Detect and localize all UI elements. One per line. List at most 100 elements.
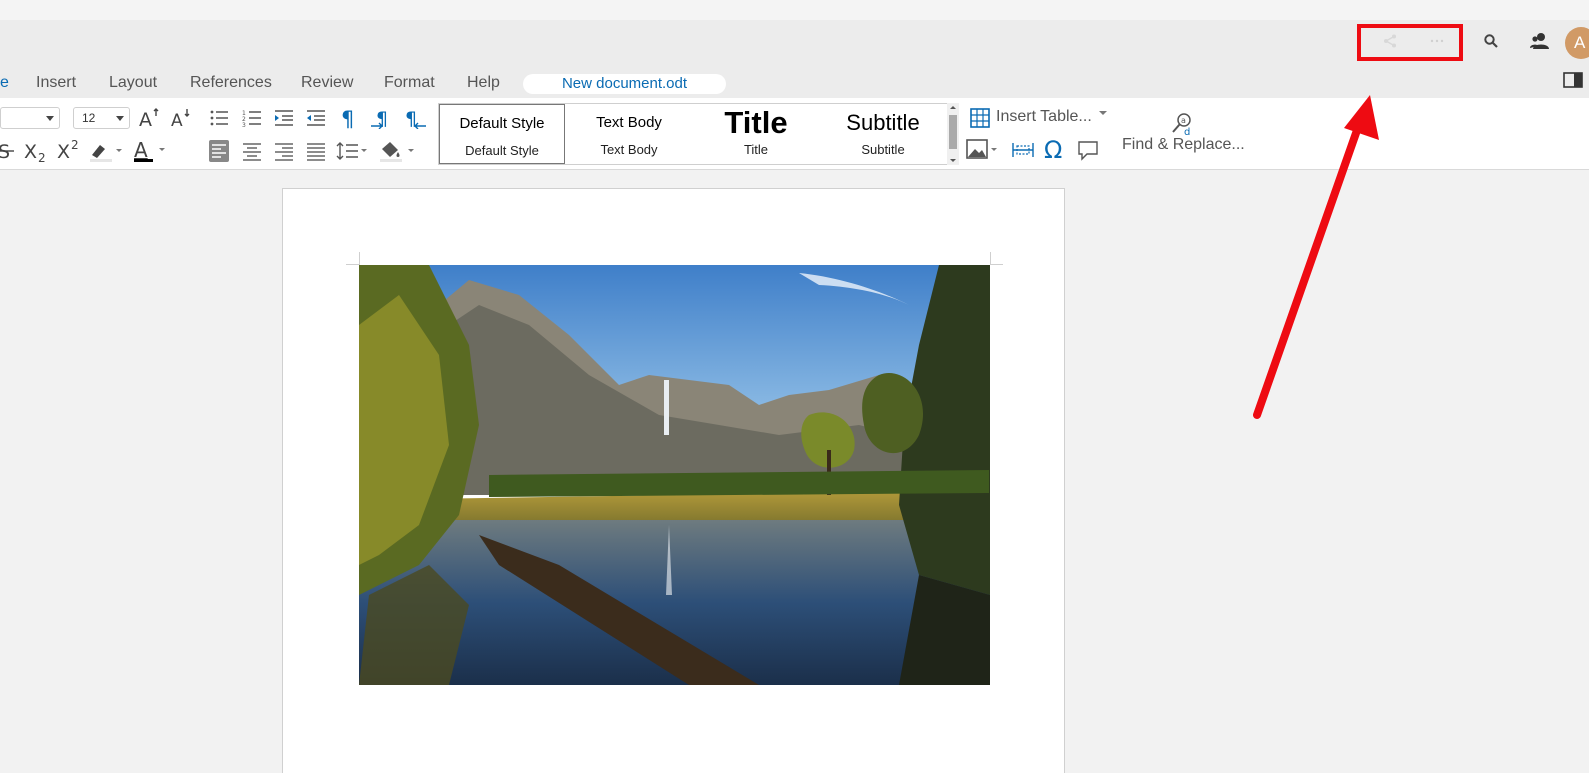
insert-table-label[interactable]: Insert Table... xyxy=(996,108,1092,126)
align-center-button[interactable] xyxy=(241,140,263,162)
user-avatar[interactable]: A xyxy=(1565,27,1589,59)
insert-field-button[interactable] xyxy=(1011,139,1035,161)
highlighter-icon xyxy=(90,145,122,162)
increase-indent-button[interactable] xyxy=(273,107,295,129)
rtl-paragraph-button[interactable]: ¶ xyxy=(403,107,427,129)
svg-text:2: 2 xyxy=(38,151,46,164)
justify-icon xyxy=(307,143,325,161)
grow-font-button[interactable]: A xyxy=(137,106,161,130)
tab-review[interactable]: Review xyxy=(301,74,353,92)
find-replace-label[interactable]: Find & Replace... xyxy=(1122,136,1245,154)
users-icon xyxy=(1530,33,1549,49)
margin-mark-left xyxy=(359,252,360,265)
chevron-down-icon xyxy=(1099,111,1107,115)
paragraph-background-button[interactable] xyxy=(378,139,418,163)
users-button[interactable] xyxy=(1527,29,1553,53)
superscript-icon: X 2 xyxy=(57,138,79,162)
strikethrough-icon: S xyxy=(0,141,14,162)
table-icon xyxy=(970,108,990,128)
search-icon xyxy=(1484,34,1498,48)
style-gallery: Default Style Default Style Text Body Te… xyxy=(438,103,958,165)
paint-bucket-icon xyxy=(380,142,414,162)
superscript-button[interactable]: X 2 xyxy=(55,138,81,162)
style-default[interactable]: Default Style Default Style xyxy=(439,104,565,164)
svg-text:Ω: Ω xyxy=(1044,136,1062,162)
tab-layout[interactable]: Layout xyxy=(109,74,157,92)
numbered-list-button[interactable]: 1 2 3 xyxy=(241,107,263,129)
chevron-down-icon xyxy=(46,116,54,121)
svg-text:a: a xyxy=(1181,116,1186,125)
style-subtitle[interactable]: Subtitle Subtitle xyxy=(820,104,946,164)
align-right-icon xyxy=(275,143,293,161)
strikethrough-button[interactable]: S xyxy=(0,140,16,162)
grow-font-icon: A xyxy=(139,108,159,130)
shrink-font-button[interactable]: A xyxy=(169,106,193,130)
style-gallery-scrollbar[interactable] xyxy=(947,103,959,165)
svg-text:A: A xyxy=(139,109,152,130)
margin-mark-left-horizontal xyxy=(346,264,359,265)
align-center-icon xyxy=(243,143,261,161)
scrollbar-arrows-icon xyxy=(949,106,957,162)
svg-text:¶: ¶ xyxy=(341,107,354,129)
document-name-field[interactable]: New document.odt xyxy=(523,74,726,94)
highlight-color-button[interactable] xyxy=(88,139,124,163)
decrease-indent-button[interactable] xyxy=(305,107,327,129)
search-button[interactable] xyxy=(1478,29,1504,53)
line-spacing-icon xyxy=(336,142,367,160)
svg-text:A: A xyxy=(134,138,148,162)
insert-table-button[interactable] xyxy=(968,108,992,128)
sidebar-toggle-button[interactable] xyxy=(1563,72,1583,93)
justify-button[interactable] xyxy=(305,140,327,162)
svg-text:3: 3 xyxy=(242,122,246,129)
insert-comment-button[interactable] xyxy=(1076,139,1100,161)
decrease-indent-icon xyxy=(307,110,325,126)
font-name-select[interactable] xyxy=(0,107,60,129)
bullet-list-icon xyxy=(210,110,228,126)
ltr-paragraph-icon: ¶ xyxy=(371,108,388,129)
tab-home[interactable]: e xyxy=(0,74,9,92)
pilcrow-icon: ¶ xyxy=(341,107,354,129)
formatting-marks-button[interactable]: ¶ xyxy=(338,107,360,129)
browser-top-strip xyxy=(0,0,1589,20)
svg-text:2: 2 xyxy=(71,138,79,152)
font-size-select[interactable]: 12 xyxy=(73,107,130,129)
rtl-paragraph-icon: ¶ xyxy=(405,108,426,129)
style-text-body[interactable]: Text Body Text Body xyxy=(566,104,692,164)
subscript-button[interactable]: X 2 xyxy=(22,140,48,164)
tab-format[interactable]: Format xyxy=(384,74,435,92)
annotation-highlight-box xyxy=(1357,24,1463,61)
field-icon xyxy=(1012,143,1034,157)
sidebar-icon xyxy=(1563,72,1583,88)
subscript-icon: X 2 xyxy=(24,141,46,164)
align-left-icon xyxy=(209,140,229,162)
ltr-paragraph-button[interactable]: ¶ xyxy=(370,107,394,129)
font-color-icon: A xyxy=(134,138,165,162)
embedded-landscape-image[interactable] xyxy=(359,265,990,685)
tab-help[interactable]: Help xyxy=(467,74,500,92)
bullet-list-button[interactable] xyxy=(208,107,230,129)
insert-special-character-button[interactable]: Ω xyxy=(1043,136,1067,162)
increase-indent-icon xyxy=(275,110,293,126)
image-icon xyxy=(966,139,997,159)
font-color-button[interactable]: A xyxy=(132,138,168,164)
svg-text:d: d xyxy=(1184,127,1190,136)
comment-icon xyxy=(1078,141,1098,161)
writer-app: A e Insert Layout References Review Form… xyxy=(0,0,1589,773)
shrink-font-icon: A xyxy=(171,109,190,130)
style-title[interactable]: Title Title xyxy=(693,104,819,164)
insert-image-button[interactable] xyxy=(966,138,1000,162)
tab-references[interactable]: References xyxy=(190,74,272,92)
svg-text:X: X xyxy=(24,141,37,163)
numbered-list-icon: 1 2 3 xyxy=(242,110,261,129)
omega-icon: Ω xyxy=(1044,136,1062,162)
find-replace-icon: d a xyxy=(1172,113,1191,136)
chevron-down-icon xyxy=(116,116,124,121)
margin-mark-right-horizontal xyxy=(990,264,1003,265)
align-right-button[interactable] xyxy=(273,140,295,162)
insert-table-dropdown[interactable] xyxy=(1098,108,1108,118)
find-replace-button[interactable]: d a xyxy=(1170,112,1196,136)
line-spacing-button[interactable] xyxy=(336,140,370,162)
align-left-button[interactable] xyxy=(208,139,230,163)
tab-insert[interactable]: Insert xyxy=(36,74,76,92)
font-size-value: 12 xyxy=(82,111,96,125)
